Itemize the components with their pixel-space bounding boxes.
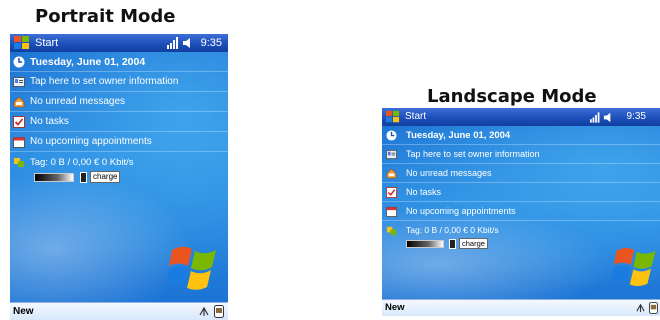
messages-text: No unread messages [406,168,492,178]
owner-card-icon [13,76,25,87]
tasks-text: No tasks [30,116,69,127]
signal-icon[interactable] [167,37,181,49]
battery-gauge [34,172,74,182]
signal-icon[interactable] [590,112,602,123]
owner-text: Tap here to set owner information [406,149,540,159]
tasks-icon [386,186,397,198]
windows-logo [168,246,216,290]
charge-row: charge [10,170,228,184]
date-row[interactable]: Tuesday, June 01, 2004 [10,53,228,72]
network-plugin-icon [386,226,397,235]
messages-row[interactable]: No unread messages [382,164,660,183]
windows-flag-icon[interactable] [13,35,31,51]
title-bar: Start 9:35 [382,108,660,126]
tasks-row[interactable]: No tasks [10,112,228,132]
calendar-icon [13,136,25,148]
tasks-icon [13,115,25,128]
traffic-row[interactable]: Tag: 0 B / 0,00 € 0 Kbit/s [382,223,660,237]
softkey-bar: New [382,299,660,316]
charge-row: charge [382,237,660,250]
clock-icon [13,56,25,68]
speaker-icon[interactable] [182,37,194,49]
portrait-device-screen: Start 9:35 Tuesday, June 01, 2004 Tap he… [10,34,228,320]
inbox-icon [386,168,397,178]
new-softkey[interactable]: New [13,303,34,320]
messages-text: No unread messages [30,96,126,107]
appointments-text: No upcoming appointments [406,206,516,216]
landscape-mode-title: Landscape Mode [427,86,597,107]
softkey-bar: New [10,302,228,320]
clock[interactable]: 9:35 [627,108,646,126]
charge-button[interactable]: charge [90,171,121,183]
appointments-row[interactable]: No upcoming appointments [10,132,228,152]
clock-icon [386,130,397,141]
connectivity-icon[interactable] [198,305,210,317]
input-panel-icon[interactable] [649,302,658,314]
messages-row[interactable]: No unread messages [10,92,228,112]
traffic-text: Tag: 0 B / 0,00 € 0 Kbit/s [406,225,499,235]
start-menu-button[interactable]: Start [405,108,426,126]
date-text: Tuesday, June 01, 2004 [406,130,511,141]
windows-flag-icon[interactable] [385,110,401,124]
calendar-icon [386,206,397,217]
battery-gauge [406,239,444,248]
portrait-mode-title: Portrait Mode [35,6,176,27]
input-panel-icon[interactable] [214,305,224,318]
owner-row[interactable]: Tap here to set owner information [10,72,228,92]
owner-row[interactable]: Tap here to set owner information [382,145,660,164]
network-plugin-icon [14,158,24,167]
date-text: Tuesday, June 01, 2004 [30,56,146,68]
speaker-icon[interactable] [603,112,614,123]
date-row[interactable]: Tuesday, June 01, 2004 [382,127,660,145]
appointments-text: No upcoming appointments [30,136,152,147]
start-menu-button[interactable]: Start [35,34,58,52]
owner-card-icon [386,149,397,159]
title-bar: Start 9:35 [10,34,228,52]
inbox-icon [13,96,25,107]
landscape-device-screen: Start 9:35 Tuesday, June 01, 2004 Tap he… [382,108,660,316]
traffic-row[interactable]: Tag: 0 B / 0,00 € 0 Kbit/s [10,154,228,170]
charge-button[interactable]: charge [459,237,488,250]
appointments-row[interactable]: No upcoming appointments [382,202,660,221]
traffic-text: Tag: 0 B / 0,00 € 0 Kbit/s [30,156,134,168]
phone-icon [80,171,87,183]
new-softkey[interactable]: New [385,300,405,316]
clock[interactable]: 9:35 [201,34,222,52]
tasks-row[interactable]: No tasks [382,183,660,202]
phone-icon [449,238,456,249]
tasks-text: No tasks [406,187,442,197]
connectivity-icon[interactable] [635,302,646,313]
owner-text: Tap here to set owner information [30,76,179,87]
